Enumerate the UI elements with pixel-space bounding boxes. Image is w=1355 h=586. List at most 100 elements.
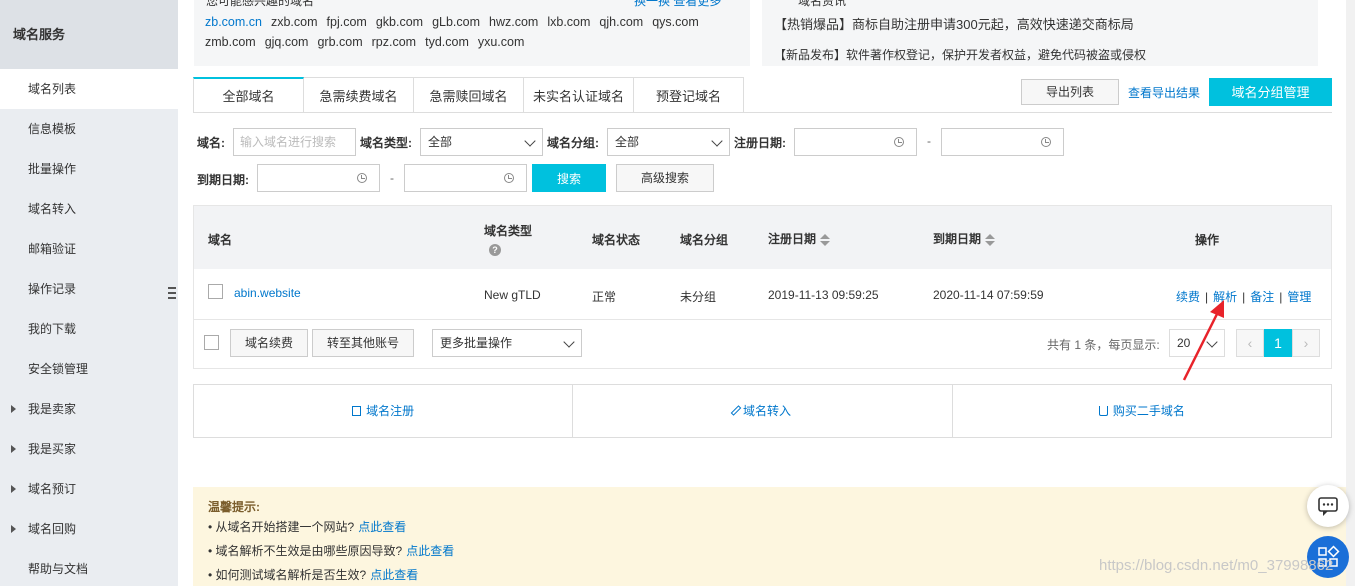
remark-link[interactable]: 备注: [1250, 290, 1274, 304]
calendar-icon: [357, 173, 367, 183]
sidebar-item[interactable]: 操作记录: [0, 269, 178, 309]
domain-filter-label: 域名:: [197, 136, 225, 150]
sidebar-header: 域名服务: [0, 0, 178, 69]
domain-type-select[interactable]: 全部: [420, 128, 543, 156]
tab[interactable]: 急需赎回域名: [414, 77, 524, 113]
sidebar-item[interactable]: 域名列表: [0, 69, 178, 109]
sidebar-item[interactable]: 邮箱验证: [0, 229, 178, 269]
reg-date-end-input[interactable]: [941, 128, 1064, 156]
sidebar-item-label: 我是卖家: [28, 402, 77, 416]
col-type-label: 域名类型: [484, 224, 533, 238]
tab[interactable]: 全部域名: [193, 77, 304, 113]
date-range-dash: -: [927, 134, 931, 148]
group-manage-button[interactable]: 域名分组管理: [1209, 78, 1332, 106]
help-icon[interactable]: ?: [489, 244, 501, 256]
tip-item: • 从域名开始搭建一个网站? 点此查看: [208, 518, 406, 535]
suffix-link[interactable]: tyd.com: [425, 35, 469, 49]
news-item[interactable]: 【新品发布】软件著作权登记，保护开发者权益，避免代码被盗或侵权: [774, 46, 1146, 63]
sidebar-item-label: 邮箱验证: [28, 242, 77, 256]
batch-renew-button[interactable]: 域名续费: [230, 329, 308, 357]
sort-icon: [820, 233, 831, 246]
sidebar-item[interactable]: 域名预订: [0, 469, 178, 509]
register-icon: [352, 406, 362, 416]
arrow-shaft: [1182, 307, 1222, 381]
tab[interactable]: 预登记域名: [634, 77, 744, 113]
sidebar-item[interactable]: 信息模板: [0, 109, 178, 149]
suffix-link[interactable]: grb.com: [317, 35, 362, 49]
page-1-button[interactable]: 1: [1264, 329, 1292, 357]
caret-right-icon: [11, 445, 16, 453]
news-item[interactable]: 【热销爆品】商标自助注册申请300元起，高效快速递交商标局: [774, 14, 1134, 33]
sidebar-item[interactable]: 我是买家: [0, 429, 178, 469]
row-reg-date: 2019-11-13 09:59:25: [768, 288, 879, 302]
sidebar-item-label: 我的下载: [28, 322, 77, 336]
col-ops: 操作: [1195, 233, 1220, 247]
suffix-link[interactable]: rpz.com: [372, 35, 416, 49]
suffix-link[interactable]: zmb.com: [205, 35, 256, 49]
row-domain-link[interactable]: abin.website: [234, 286, 301, 300]
suffix-link[interactable]: qjh.com: [599, 15, 643, 29]
sidebar-item-label: 域名回购: [28, 522, 77, 536]
sidebar-item[interactable]: 我的下载: [0, 309, 178, 349]
buy-secondhand-action[interactable]: 购买二手域名: [953, 385, 1331, 437]
reg-date-start-input[interactable]: [794, 128, 917, 156]
suffix-link[interactable]: hwz.com: [489, 15, 538, 29]
transfer-account-button[interactable]: 转至其他账号: [312, 329, 414, 357]
row-group: 未分组: [680, 290, 717, 304]
tab[interactable]: 未实名认证域名: [524, 77, 634, 113]
suffix-link[interactable]: lxb.com: [547, 15, 590, 29]
sidebar-item[interactable]: 帮助与文档: [0, 549, 178, 586]
sidebar-item[interactable]: 安全锁管理: [0, 349, 178, 389]
row-checkbox[interactable]: [208, 284, 223, 299]
sidebar-item[interactable]: 域名转入: [0, 189, 178, 229]
sidebar-collapse-toggle[interactable]: [163, 277, 179, 309]
row-status: 正常: [592, 290, 617, 304]
suffix-link[interactable]: fpj.com: [327, 15, 367, 29]
sidebar-item-label: 域名列表: [28, 82, 77, 96]
tip-link[interactable]: 点此查看: [406, 544, 454, 558]
main-content: 您可能感兴趣的域名 换一换 查看更多 zb.com.cn zxb.com fpj.c…: [178, 0, 1355, 586]
suffix-link[interactable]: gjq.com: [265, 35, 309, 49]
more-batch-select[interactable]: 更多批量操作: [432, 329, 582, 357]
sidebar-menu: 域名列表信息模板 批量操作 域名转入邮箱验证操作记录我的下载安全锁管理我是卖家我是买…: [0, 69, 178, 586]
tip-link[interactable]: 点此查看: [358, 520, 406, 534]
search-button[interactable]: 搜索: [532, 164, 606, 192]
caret-right-icon: [11, 485, 16, 493]
tip-link[interactable]: 点此查看: [370, 568, 418, 582]
col-type: 域名类型 ?: [484, 222, 532, 256]
col-reg-date-label: 注册日期: [768, 232, 817, 246]
exp-date-end-input[interactable]: [404, 164, 527, 192]
suffix-link[interactable]: yxu.com: [478, 35, 525, 49]
sort-icon: [985, 233, 996, 246]
select-all-checkbox[interactable]: [204, 335, 219, 350]
domain-news-title: 域名资讯: [798, 0, 847, 8]
domain-table: 域名 域名类型 ? 域名状态 域名分组 注册日期 到期日期 操作 abin.we…: [193, 205, 1332, 369]
manage-link[interactable]: 管理: [1287, 290, 1311, 304]
prev-page-button[interactable]: ‹: [1236, 329, 1264, 357]
suffix-link[interactable]: gLb.com: [432, 15, 480, 29]
export-list-button[interactable]: 导出列表: [1021, 79, 1119, 105]
domain-group-select[interactable]: 全部: [607, 128, 730, 156]
col-status: 域名状态: [592, 233, 641, 247]
change-batch-link[interactable]: 换一换 查看更多: [634, 0, 721, 9]
sidebar-item[interactable]: 域名回购: [0, 509, 178, 549]
suffix-link[interactable]: qys.com: [652, 15, 699, 29]
tab[interactable]: 急需续费域名: [304, 77, 414, 113]
view-export-results-link[interactable]: 查看导出结果: [1128, 84, 1200, 101]
register-domain-action[interactable]: 域名注册: [194, 385, 574, 437]
col-reg-date[interactable]: 注册日期: [768, 230, 831, 247]
col-exp-date[interactable]: 到期日期: [933, 230, 996, 247]
advanced-search-button[interactable]: 高级搜索: [616, 164, 714, 192]
sidebar-item-label: 帮助与文档: [28, 562, 89, 576]
transfer-in-action[interactable]: 域名转入: [573, 385, 953, 437]
domain-search-input[interactable]: [233, 128, 356, 156]
exp-date-start-input[interactable]: [257, 164, 380, 192]
sidebar-item[interactable]: 批量操作: [0, 149, 178, 189]
suffix-link[interactable]: zb.com.cn: [205, 15, 262, 29]
chat-button[interactable]: [1307, 485, 1349, 527]
suffix-link[interactable]: gkb.com: [376, 15, 423, 29]
sidebar-item[interactable]: 我是卖家: [0, 389, 178, 429]
suffix-link[interactable]: zxb.com: [271, 15, 318, 29]
next-page-button[interactable]: ›: [1292, 329, 1320, 357]
caret-right-icon: [11, 525, 16, 533]
